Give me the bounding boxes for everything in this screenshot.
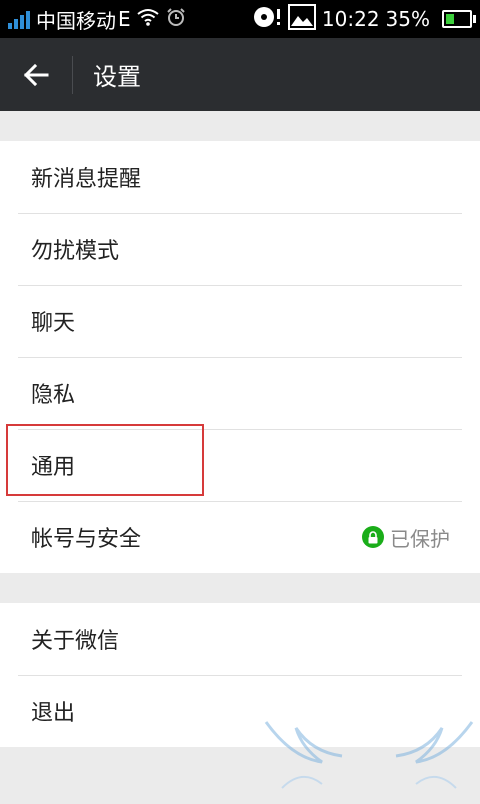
settings-item-label: 通用: [31, 455, 76, 480]
settings-item-privacy[interactable]: 隐私: [0, 357, 480, 429]
settings-item-chat[interactable]: 聊天: [0, 285, 480, 357]
settings-group-main: 新消息提醒 勿扰模式 聊天 隐私 通用 帐号与安全 已保护: [0, 141, 480, 573]
page-title: 设置: [93, 63, 141, 91]
settings-item-general[interactable]: 通用: [0, 429, 480, 501]
app-bar: 设置: [0, 38, 480, 111]
battery-percent: 35%: [385, 7, 430, 31]
settings-item-label: 勿扰模式: [31, 239, 120, 264]
settings-item-label: 新消息提醒: [31, 167, 142, 192]
carrier-name: 中国移动: [36, 8, 116, 33]
battery-fill: [446, 14, 454, 24]
signal-strength-icon: [8, 9, 30, 29]
settings-item-account-security[interactable]: 帐号与安全 已保护: [0, 501, 480, 573]
watermark-logo: [262, 718, 476, 800]
back-arrow-icon: [23, 63, 49, 86]
settings-item-label: 帐号与安全: [31, 527, 142, 552]
protection-status: 已保护: [362, 523, 450, 552]
settings-item-notifications[interactable]: 新消息提醒: [0, 141, 480, 213]
protection-status-text: 已保护: [390, 526, 450, 551]
settings-item-about[interactable]: 关于微信: [0, 603, 480, 675]
settings-item-label: 聊天: [31, 311, 76, 336]
settings-item-do-not-disturb[interactable]: 勿扰模式: [0, 213, 480, 285]
clock-time: 10:22: [321, 7, 380, 31]
alarm-icon: [165, 7, 187, 32]
disc-notification-icon: [252, 4, 282, 35]
image-notification-icon: [287, 3, 316, 35]
lock-icon: [362, 526, 384, 548]
network-type: E: [118, 7, 131, 31]
wifi-icon: [137, 7, 159, 31]
app-bar-divider: [72, 55, 73, 94]
settings-item-label: 退出: [31, 701, 76, 726]
battery-icon: [442, 10, 476, 28]
settings-item-label: 关于微信: [31, 629, 120, 654]
settings-item-label: 隐私: [31, 383, 76, 408]
back-button[interactable]: [0, 38, 72, 111]
status-bar: 中国移动 E 10:22 35%: [0, 0, 480, 38]
